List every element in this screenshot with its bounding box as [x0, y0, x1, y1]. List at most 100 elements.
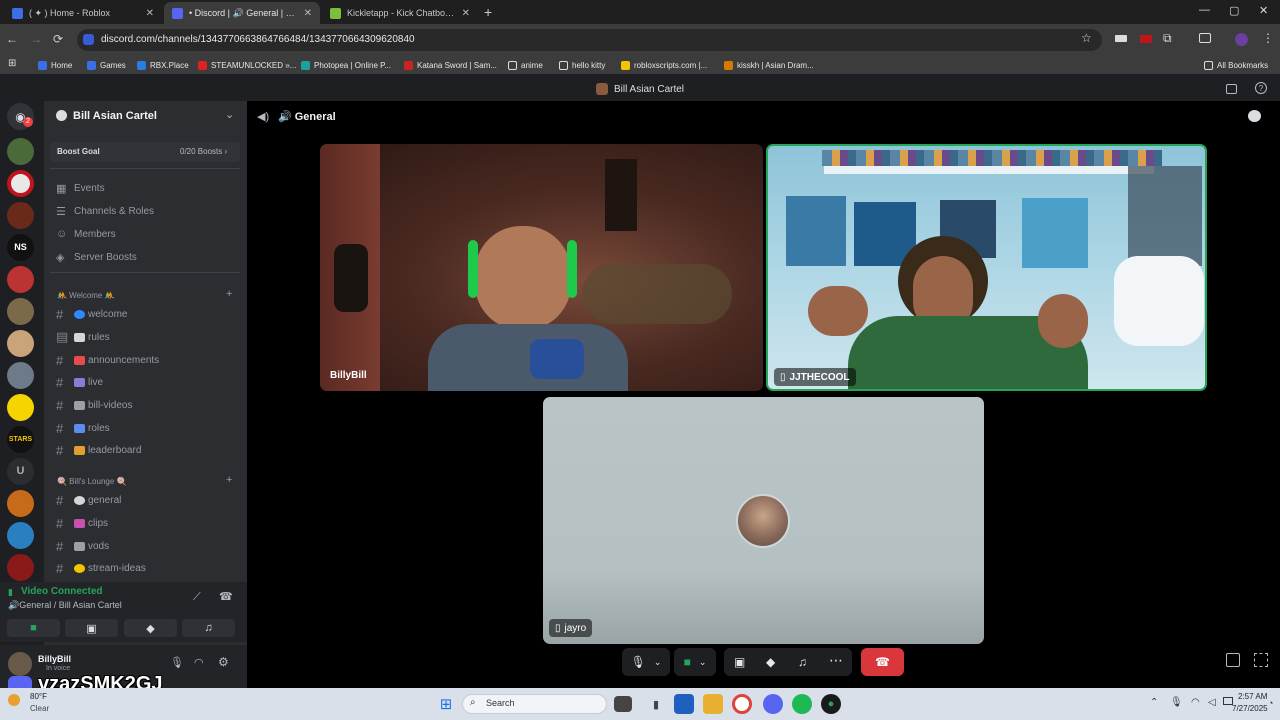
screen-share-button[interactable]: ▣ [65, 619, 118, 637]
tab-roblox[interactable]: ( ✦ ) Home - Roblox ✕ [4, 2, 162, 24]
site-info-icon[interactable] [83, 34, 94, 45]
soundboard-icon[interactable]: ♫ [798, 655, 807, 669]
task-view-icon[interactable] [614, 696, 632, 712]
channel-roles[interactable]: # roles [56, 418, 110, 438]
channel-live[interactable]: # live [56, 372, 103, 392]
tray-chevron-icon[interactable]: ⌃ [1150, 697, 1158, 708]
inbox-icon[interactable] [1226, 84, 1237, 94]
clock-time[interactable]: 2:57 AM [1238, 692, 1267, 701]
chrome-icon[interactable] [732, 694, 752, 714]
server-name[interactable]: Bill Asian Cartel [73, 110, 157, 122]
server-icon-2[interactable] [7, 170, 34, 197]
server-icon-u[interactable]: U [7, 458, 34, 485]
bookmark-folder-anime[interactable]: anime [508, 57, 543, 73]
forward-button[interactable]: → [30, 32, 42, 46]
close-icon[interactable]: ✕ [462, 8, 470, 19]
tab-discord[interactable]: • Discord | 🔊 General | Bill Asian Carte… [164, 2, 320, 24]
channel-clips[interactable]: # clips [56, 513, 108, 533]
bookmark-folder-hello-kitty[interactable]: hello kitty [559, 57, 605, 73]
video-tile-jjthecool[interactable]: ▯ JJTHECOOL [766, 144, 1207, 391]
chat-bubble-icon[interactable] [1248, 110, 1261, 122]
channel-bill-videos[interactable]: # bill-videos [56, 395, 132, 415]
headphones-icon[interactable]: ◠ [194, 656, 204, 669]
menu-server-boosts[interactable]: ◈ Server Boosts [56, 247, 137, 267]
extension-icon[interactable] [1115, 35, 1127, 42]
menu-events[interactable]: ▦ Events [56, 178, 105, 198]
fullscreen-icon[interactable] [1254, 653, 1268, 667]
voice-location[interactable]: 🔊General / Bill Asian Cartel [8, 600, 122, 611]
extensions-puzzle-icon[interactable]: ⧉ [1163, 31, 1172, 46]
microphone-tray-icon[interactable]: 🎙 [1170, 697, 1183, 708]
side-panel-icon[interactable] [1199, 33, 1211, 43]
server-icon-8[interactable] [7, 362, 34, 389]
server-icon-ns[interactable]: NS [7, 234, 34, 261]
username[interactable]: BillyBill [38, 654, 71, 664]
channel-rules[interactable]: ▤ rules [56, 327, 110, 347]
all-bookmarks[interactable]: All Bookmarks [1204, 57, 1268, 73]
add-channel-icon[interactable]: + [226, 474, 232, 486]
channel-stream-ideas[interactable]: # stream-ideas [56, 558, 146, 578]
bookmark-home[interactable]: Home [38, 57, 72, 73]
category-lounge[interactable]: 🍭 Bill's Lounge 🍭 [57, 477, 126, 486]
maximize-button[interactable]: ▢ [1229, 4, 1239, 17]
profile-avatar[interactable] [1235, 33, 1248, 46]
video-tile-jayro[interactable]: ▯ jayro [543, 397, 984, 644]
bookmark-robloxscripts[interactable]: robloxscripts.com |... [621, 57, 707, 73]
bookmark-games[interactable]: Games [87, 57, 126, 73]
chevron-down-icon[interactable]: ⌄ [225, 108, 234, 121]
add-channel-icon[interactable]: + [226, 288, 232, 300]
clock-date[interactable]: 7/27/2025 [1232, 704, 1268, 713]
bookmark-steamunlocked[interactable]: STEAMUNLOCKED »... [198, 57, 296, 73]
taskbar-app-icon[interactable]: ● [821, 694, 841, 714]
reload-button[interactable]: ⟳ [53, 32, 63, 46]
camera-button[interactable]: ■ [7, 619, 60, 637]
apps-grid-icon[interactable]: ⊞ [8, 58, 16, 69]
server-icon-13[interactable] [7, 522, 34, 549]
avatar[interactable] [8, 652, 32, 676]
bookmark-katana[interactable]: Katana Sword | Sam... [404, 57, 497, 73]
close-icon[interactable]: ✕ [146, 8, 154, 19]
camera-toggle-button[interactable]: ■ ⌄ [674, 648, 716, 676]
menu-channels-roles[interactable]: ☰ Channels & Roles [56, 201, 154, 221]
browser-menu-icon[interactable]: ⋮ [1262, 31, 1274, 45]
server-icon-7[interactable] [7, 330, 34, 357]
mute-button[interactable]: 🎙 ⌄ [622, 648, 670, 676]
gamepad-icon[interactable]: ◆ [766, 655, 775, 669]
wifi-icon[interactable]: ◠ [1191, 697, 1200, 708]
server-icon-5[interactable] [7, 266, 34, 293]
server-icon-1[interactable] [7, 138, 34, 165]
bookmark-photopea[interactable]: Photopea | Online P... [301, 57, 391, 73]
soundboard-button[interactable]: ♫ [182, 619, 235, 637]
server-icon-6[interactable] [7, 298, 34, 325]
more-options-icon[interactable]: ⋯ [829, 652, 843, 669]
spotify-icon[interactable] [792, 694, 812, 714]
disconnect-icon[interactable]: ☎ [219, 590, 233, 603]
channel-general[interactable]: # general [56, 490, 121, 510]
pop-out-icon[interactable] [1226, 653, 1240, 667]
weather-icon[interactable] [8, 694, 20, 706]
weather-temp[interactable]: 80°F [30, 692, 47, 701]
file-explorer-icon[interactable] [703, 694, 723, 714]
category-welcome[interactable]: 🤼 Welcome 🤼 [57, 291, 115, 300]
discord-taskbar-icon[interactable] [763, 694, 783, 714]
server-icon-3[interactable] [7, 202, 34, 229]
channel-welcome[interactable]: # welcome [56, 304, 127, 324]
server-icon-12[interactable] [7, 490, 34, 517]
close-window-button[interactable]: ✕ [1259, 4, 1268, 17]
channel-vods[interactable]: # vods [56, 536, 109, 556]
screen-share-icon[interactable]: ▣ [734, 655, 745, 669]
channel-leaderboard[interactable]: # leaderboard [56, 440, 141, 460]
star-bookmark-icon[interactable]: ☆ [1081, 31, 1092, 45]
new-tab-button[interactable]: + [484, 4, 492, 20]
tab-kicklet[interactable]: Kickletapp - Kick Chatbot and Custom Com… [322, 2, 478, 24]
activities-button[interactable]: ◆ [124, 619, 177, 637]
microphone-icon[interactable]: 🎙 [170, 656, 184, 669]
taskbar-app-icon[interactable]: ▮ [646, 694, 666, 714]
bookmark-rbxplace[interactable]: RBX.Place [137, 57, 189, 73]
taskbar-app-icon[interactable] [674, 694, 694, 714]
taskbar-search-box[interactable] [462, 694, 607, 714]
bookmark-kisskh[interactable]: kisskh | Asian Dram... [724, 57, 814, 73]
server-icon-9[interactable] [7, 394, 34, 421]
noise-suppression-icon[interactable]: ⟋ [193, 591, 201, 604]
help-icon[interactable]: ? [1255, 82, 1267, 94]
